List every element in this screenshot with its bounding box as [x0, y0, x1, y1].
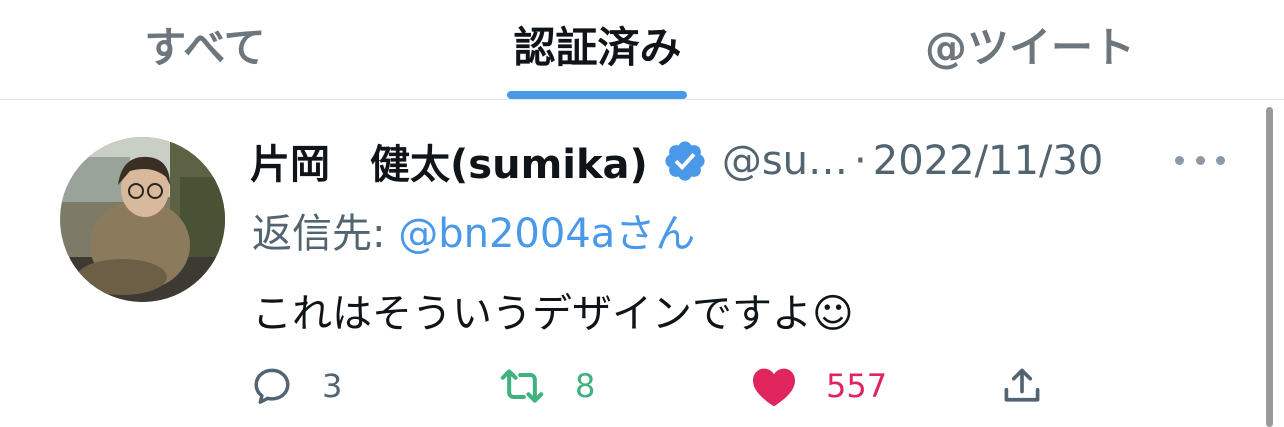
- reply-icon: [254, 368, 290, 404]
- tweet-actions: 3 8 557: [0, 356, 1284, 416]
- avatar[interactable]: [60, 137, 225, 302]
- tab-verified[interactable]: 認証済み: [480, 0, 715, 94]
- reply-handle-suffix[interactable]: さん: [615, 211, 695, 257]
- like-count: 557: [826, 367, 888, 405]
- retweet-count: 8: [575, 367, 596, 405]
- reply-button[interactable]: 3: [250, 356, 342, 416]
- tweet-text: これはそういうデザインですよ☺: [252, 291, 854, 337]
- share-button[interactable]: [998, 356, 1046, 416]
- tab-mentions[interactable]: @ツイート: [900, 0, 1160, 94]
- heart-icon: [753, 368, 795, 407]
- tweet-header: 片岡 健太(sumika) @su… · 2022/11/30: [250, 131, 1103, 191]
- verified-badge-icon: [665, 141, 705, 181]
- active-tab-indicator: [507, 91, 687, 99]
- tab-all[interactable]: すべて: [100, 0, 310, 94]
- tweet[interactable]: 片岡 健太(sumika) @su… · 2022/11/30 返信先: @bn…: [0, 101, 1284, 427]
- more-icon[interactable]: [1175, 153, 1225, 167]
- retweet-button[interactable]: 8: [497, 356, 595, 416]
- reply-prefix: 返信先:: [252, 211, 399, 257]
- reply-count: 3: [322, 367, 343, 405]
- like-button[interactable]: 557: [750, 356, 887, 416]
- share-icon: [1004, 368, 1040, 402]
- tweet-timestamp[interactable]: 2022/11/30: [873, 138, 1104, 184]
- user-handle[interactable]: @su…: [722, 138, 848, 184]
- reply-context: 返信先: @bn2004aさん: [252, 201, 695, 259]
- retweet-icon: [500, 369, 544, 403]
- separator-dot: ·: [854, 138, 867, 184]
- display-name[interactable]: 片岡 健太(sumika): [250, 132, 648, 190]
- scrollbar[interactable]: [1266, 107, 1273, 427]
- reply-to-handle-link[interactable]: @bn2004aさん: [398, 211, 695, 257]
- reply-handle[interactable]: @bn2004a: [398, 211, 615, 257]
- tab-bar: すべて 認証済み @ツイート: [0, 0, 1284, 100]
